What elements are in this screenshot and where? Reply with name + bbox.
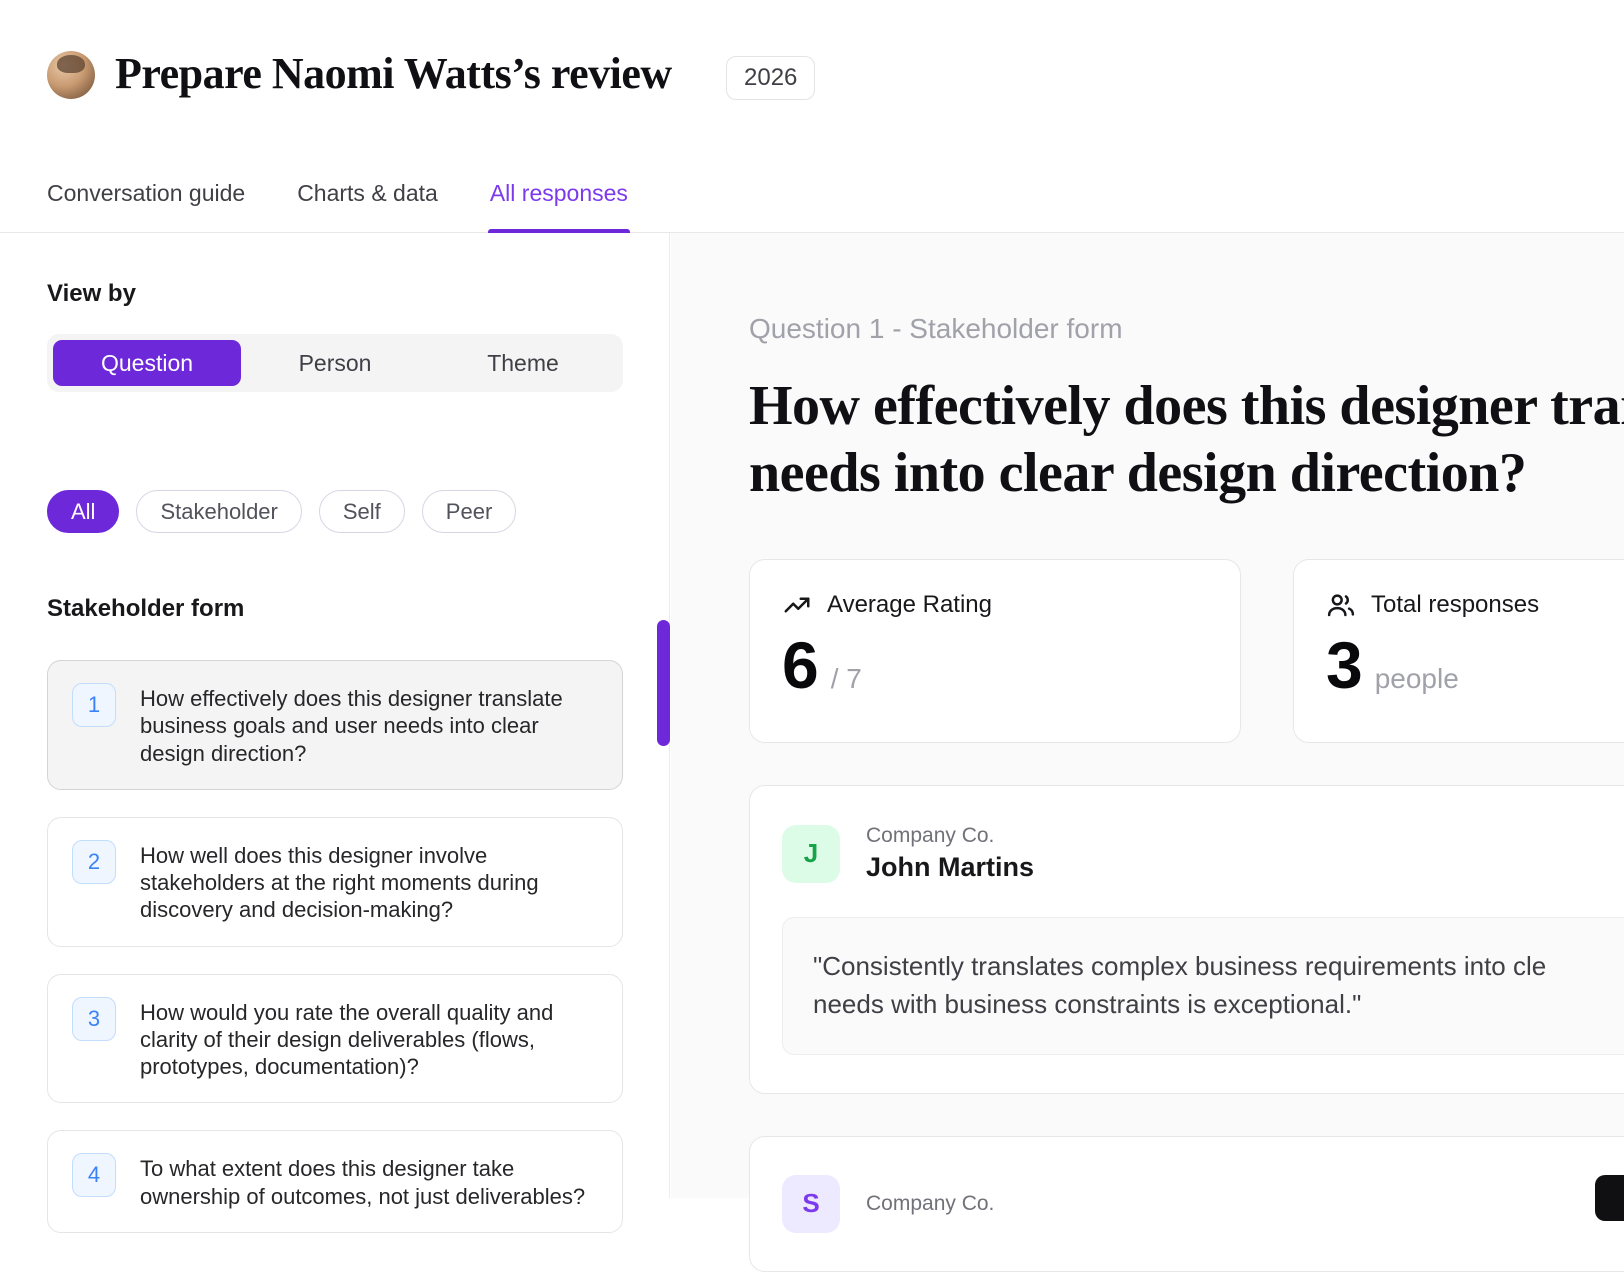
total-responses-value: 3 [1326, 632, 1363, 698]
sidebar: View by Question Person Theme All Stakeh… [0, 233, 670, 1198]
question-list: 1 How effectively does this designer tra… [47, 660, 622, 1233]
filter-self[interactable]: Self [319, 490, 405, 533]
header: Prepare Naomi Watts’s review 2026 [0, 0, 1624, 155]
total-responses-card: Total responses 3 people [1293, 559, 1624, 743]
responder-avatar: S [782, 1175, 840, 1233]
response-quote: "Consistently translates complex busines… [782, 917, 1624, 1054]
question-heading: How effectively does this designer trans… [749, 373, 1624, 507]
responder-company: Company Co. [866, 824, 1034, 848]
tab-charts-data[interactable]: Charts & data [297, 155, 438, 232]
responder-company: Company Co. [866, 1192, 994, 1216]
filter-stakeholder[interactable]: Stakeholder [136, 490, 301, 533]
tab-conversation-guide[interactable]: Conversation guide [47, 155, 245, 232]
question-number: 4 [72, 1153, 116, 1197]
filter-all[interactable]: All [47, 490, 119, 533]
filter-peer[interactable]: Peer [422, 490, 516, 533]
year-badge: 2026 [726, 56, 815, 100]
question-number: 3 [72, 997, 116, 1041]
question-text: To what extent does this designer take o… [140, 1153, 598, 1210]
people-icon [1326, 590, 1356, 620]
stats-row: Average Rating 6 / 7 Total responses [749, 559, 1624, 743]
average-rating-card: Average Rating 6 / 7 [749, 559, 1241, 743]
question-text: How well does this designer involve stak… [140, 840, 598, 924]
average-rating-label: Average Rating [827, 591, 992, 619]
average-rating-value: 6 [782, 632, 819, 698]
total-responses-unit: people [1375, 663, 1459, 695]
response-card-1: J Company Co. John Martins "Consistently… [749, 785, 1624, 1093]
view-mode-segmented-control: Question Person Theme [47, 334, 623, 392]
responder-name: John Martins [866, 852, 1034, 883]
section-title-stakeholder-form: Stakeholder form [47, 595, 622, 623]
question-card-1[interactable]: 1 How effectively does this designer tra… [47, 660, 623, 790]
question-card-2[interactable]: 2 How well does this designer involve st… [47, 817, 623, 947]
sidebar-scrollbar-thumb[interactable] [657, 620, 670, 746]
response-card-2: S Company Co. [749, 1136, 1624, 1272]
question-text: How effectively does this designer trans… [140, 683, 598, 767]
question-card-3[interactable]: 3 How would you rate the overall quality… [47, 974, 623, 1104]
question-card-4[interactable]: 4 To what extent does this designer take… [47, 1130, 623, 1233]
filter-pills: All Stakeholder Self Peer [47, 490, 622, 533]
user-avatar [47, 51, 95, 99]
view-by-label: View by [47, 280, 622, 308]
question-number: 1 [72, 683, 116, 727]
view-mode-person[interactable]: Person [241, 340, 429, 386]
main-panel: Question 1 - Stakeholder form How effect… [671, 233, 1624, 1198]
view-mode-theme[interactable]: Theme [429, 340, 617, 386]
view-mode-question[interactable]: Question [53, 340, 241, 386]
total-responses-label: Total responses [1371, 591, 1539, 619]
question-text: How would you rate the overall quality a… [140, 997, 598, 1081]
question-number: 2 [72, 840, 116, 884]
responder-avatar: J [782, 825, 840, 883]
trend-up-icon [782, 590, 812, 620]
page-title: Prepare Naomi Watts’s review [115, 48, 672, 99]
average-rating-scale: / 7 [831, 663, 862, 695]
tab-bar: Conversation guide Charts & data All res… [0, 155, 1624, 233]
tab-all-responses[interactable]: All responses [490, 155, 628, 232]
question-context-label: Question 1 - Stakeholder form [749, 313, 1624, 345]
